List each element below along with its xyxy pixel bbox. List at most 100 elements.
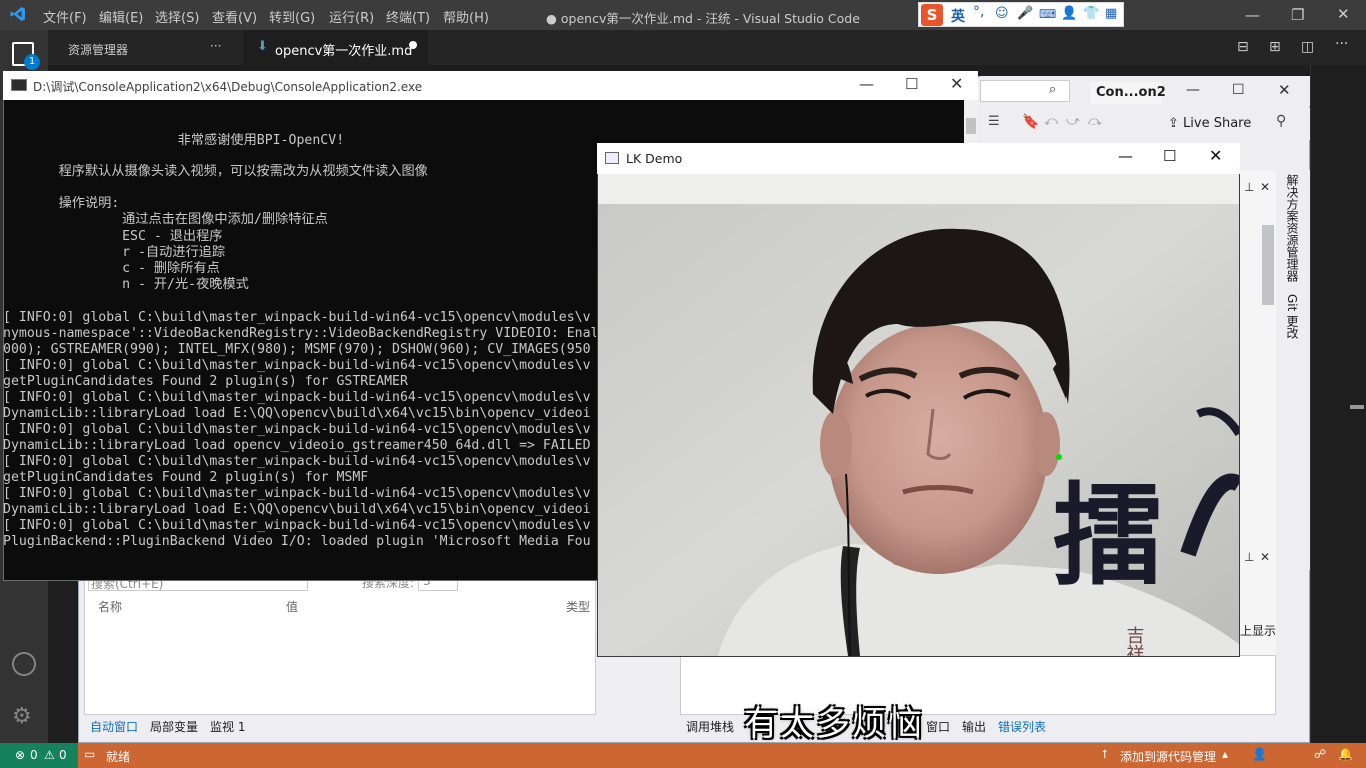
emoji-icon[interactable]: ☺ xyxy=(995,6,1009,21)
close-icon[interactable]: ✕ xyxy=(1337,5,1350,23)
minimize-icon[interactable]: — xyxy=(1245,6,1260,24)
tab-autos[interactable]: 自动窗口 xyxy=(90,718,138,735)
open-preview-side-icon[interactable]: ⊞ xyxy=(1269,39,1281,55)
status-ready: 就绪 xyxy=(106,750,131,764)
markdown-file-icon: ⬇ xyxy=(257,39,268,54)
vs-close-icon[interactable]: ✕ xyxy=(1278,81,1291,99)
vs-search-box[interactable]: ⌕ xyxy=(980,80,1070,102)
settings-gear-icon[interactable]: ⚙ xyxy=(12,704,32,729)
unsaved-dot-icon[interactable] xyxy=(409,41,417,49)
minimap-slider[interactable] xyxy=(1350,405,1364,409)
camera-frame-image: 擂 吉祥 xyxy=(598,174,1239,656)
error-icon: ⊗ xyxy=(15,748,26,762)
vscode-logo-icon xyxy=(10,6,26,22)
restore-icon[interactable]: ❐ xyxy=(1291,6,1304,24)
split-editor-icon[interactable]: ◫ xyxy=(1301,39,1314,55)
video-subtitle: 有太多烦恼 xyxy=(744,704,924,744)
user-icon[interactable]: 👤 xyxy=(1061,6,1077,21)
console-maximize-icon[interactable]: ☐ xyxy=(905,75,918,93)
pin-icon[interactable]: ⊥ xyxy=(1244,180,1254,194)
column-value[interactable]: 值 xyxy=(286,598,298,615)
skin-icon[interactable]: 👕 xyxy=(1083,6,1099,21)
menu-file[interactable]: 文件(F) xyxy=(43,7,87,26)
console-minimize-icon[interactable]: — xyxy=(859,75,874,93)
ime-lang[interactable]: 英 xyxy=(951,6,965,26)
feedback-icon[interactable]: ⚲ xyxy=(1276,113,1286,129)
live-share-icon: ⇪ xyxy=(1168,116,1184,131)
panel-scrollbar[interactable] xyxy=(1262,225,1274,305)
console-line: 通过点击在图像中添加/删除特征点 xyxy=(3,212,328,227)
tab-opencv-md[interactable]: ⬇ opencv第一次作业.md xyxy=(243,30,428,65)
vs-maximize-icon[interactable]: ☐ xyxy=(1232,82,1245,98)
console-scroll-thumb[interactable] xyxy=(966,118,976,134)
account-icon[interactable] xyxy=(12,652,36,676)
clear-bookmarks-icon[interactable]: ⤼ xyxy=(1088,114,1102,129)
menu-help[interactable]: 帮助(H) xyxy=(443,7,489,26)
notification-badge: 1 xyxy=(24,54,40,70)
column-name[interactable]: 名称 xyxy=(98,598,122,615)
menu-edit[interactable]: 编辑(E) xyxy=(99,7,143,26)
prev-bookmark-icon[interactable]: ⤺ xyxy=(1044,114,1058,129)
feedback-person-icon[interactable]: 👤 xyxy=(1252,747,1267,761)
calligraphy-char: 擂 xyxy=(1053,471,1163,600)
console-line: r -自动进行追踪 xyxy=(3,245,226,260)
menu-selection[interactable]: 选择(S) xyxy=(155,7,199,26)
solution-explorer-tab[interactable]: 解决方案资源管理器 xyxy=(1284,174,1301,282)
lk-maximize-icon[interactable]: ☐ xyxy=(1163,147,1176,165)
ime-toolbar[interactable]: S 英 °, ☺ 🎤 ⌨ 👤 👕 ▦ xyxy=(918,2,1124,27)
lk-app-icon xyxy=(605,152,619,164)
console-line: c - 删除所有点 xyxy=(3,261,220,276)
panel2-close-icon[interactable]: ✕ xyxy=(1260,550,1270,564)
broadcast-icon[interactable]: ☍ xyxy=(1314,747,1326,761)
menu-terminal[interactable]: 终端(T) xyxy=(386,7,430,26)
toolbox-icon[interactable]: ▦ xyxy=(1105,6,1117,21)
open-preview-icon[interactable]: ⊟ xyxy=(1237,39,1249,55)
bookmark-icon[interactable]: 🔖 xyxy=(1022,114,1039,130)
add-to-source-control[interactable]: 添加到源代码管理 xyxy=(1120,748,1216,765)
tab-locals[interactable]: 局部变量 xyxy=(150,718,198,735)
editor-more-icon[interactable]: ··· xyxy=(1335,36,1348,52)
vs-toolbar: ☰ 🔖 ⤺ ⤻ ⤼ ⚲ xyxy=(980,108,1310,140)
mic-icon[interactable]: 🎤 xyxy=(1017,6,1033,21)
panel-close-icon[interactable]: ✕ xyxy=(1260,180,1270,194)
menu-view[interactable]: 查看(V) xyxy=(212,7,257,26)
console-close-icon[interactable]: ✕ xyxy=(950,74,963,93)
tab-error-list[interactable]: 错误列表 xyxy=(998,718,1046,735)
toolbar-format-icon[interactable]: ☰ xyxy=(988,114,1000,129)
more-actions-icon[interactable]: ··· xyxy=(210,39,221,53)
column-type[interactable]: 类型 xyxy=(566,598,590,615)
camera-feed[interactable]: 擂 吉祥 xyxy=(598,174,1239,656)
pin2-icon[interactable]: ⊥ xyxy=(1244,550,1254,564)
tab-windows[interactable]: 窗口 xyxy=(926,718,950,735)
sogou-logo-icon: S xyxy=(921,4,943,26)
tab-call-stack[interactable]: 调用堆栈 xyxy=(686,718,734,735)
console-line: [ INFO:0] global C:\build\master_winpack… xyxy=(3,310,591,325)
status-window-icon: ▭ xyxy=(84,747,96,761)
minimap-divider xyxy=(1310,65,1311,743)
publish-icon: ⭡ xyxy=(1102,747,1108,761)
feature-point[interactable] xyxy=(1056,454,1062,460)
explorer-title: 资源管理器 xyxy=(68,43,129,57)
next-bookmark-icon[interactable]: ⤻ xyxy=(1066,114,1080,129)
autos-column-headers: 名称 值 类型 xyxy=(86,596,596,614)
console-line: DynamicLib::libraryLoad load opencv_vide… xyxy=(3,438,591,453)
live-share-button[interactable]: ⇪ Live Share xyxy=(1168,116,1251,131)
tab-output[interactable]: 输出 xyxy=(962,718,986,735)
editor-minimap xyxy=(1310,65,1366,743)
lk-close-icon[interactable]: ✕ xyxy=(1209,146,1222,165)
lk-minimize-icon[interactable]: — xyxy=(1118,147,1133,165)
menu-go[interactable]: 转到(G) xyxy=(269,7,315,26)
keyboard-icon[interactable]: ⌨ xyxy=(1039,7,1056,21)
git-changes-tab[interactable]: Git 更改 xyxy=(1284,294,1301,339)
caret-up-icon[interactable]: ▴ xyxy=(1222,747,1228,761)
vs-side-tabs: 解决方案资源管理器 Git 更改 xyxy=(1276,170,1310,570)
menu-run[interactable]: 运行(R) xyxy=(329,7,374,26)
punctuation-icon[interactable]: °, xyxy=(973,4,984,20)
tab-watch1[interactable]: 监视 1 xyxy=(210,718,245,735)
bell-icon[interactable]: 🔔 xyxy=(1338,747,1353,761)
problems-indicator[interactable]: ⊗ 0 ⚠ 0 xyxy=(0,743,78,768)
vs-minimize-icon[interactable]: — xyxy=(1186,82,1200,98)
live-share-label: Live Share xyxy=(1183,116,1252,131)
vs-solution-title: Con...on2 xyxy=(1090,82,1166,104)
window-title: ● opencv第一次作业.md - 汪统 - Visual Studio Co… xyxy=(546,11,860,26)
